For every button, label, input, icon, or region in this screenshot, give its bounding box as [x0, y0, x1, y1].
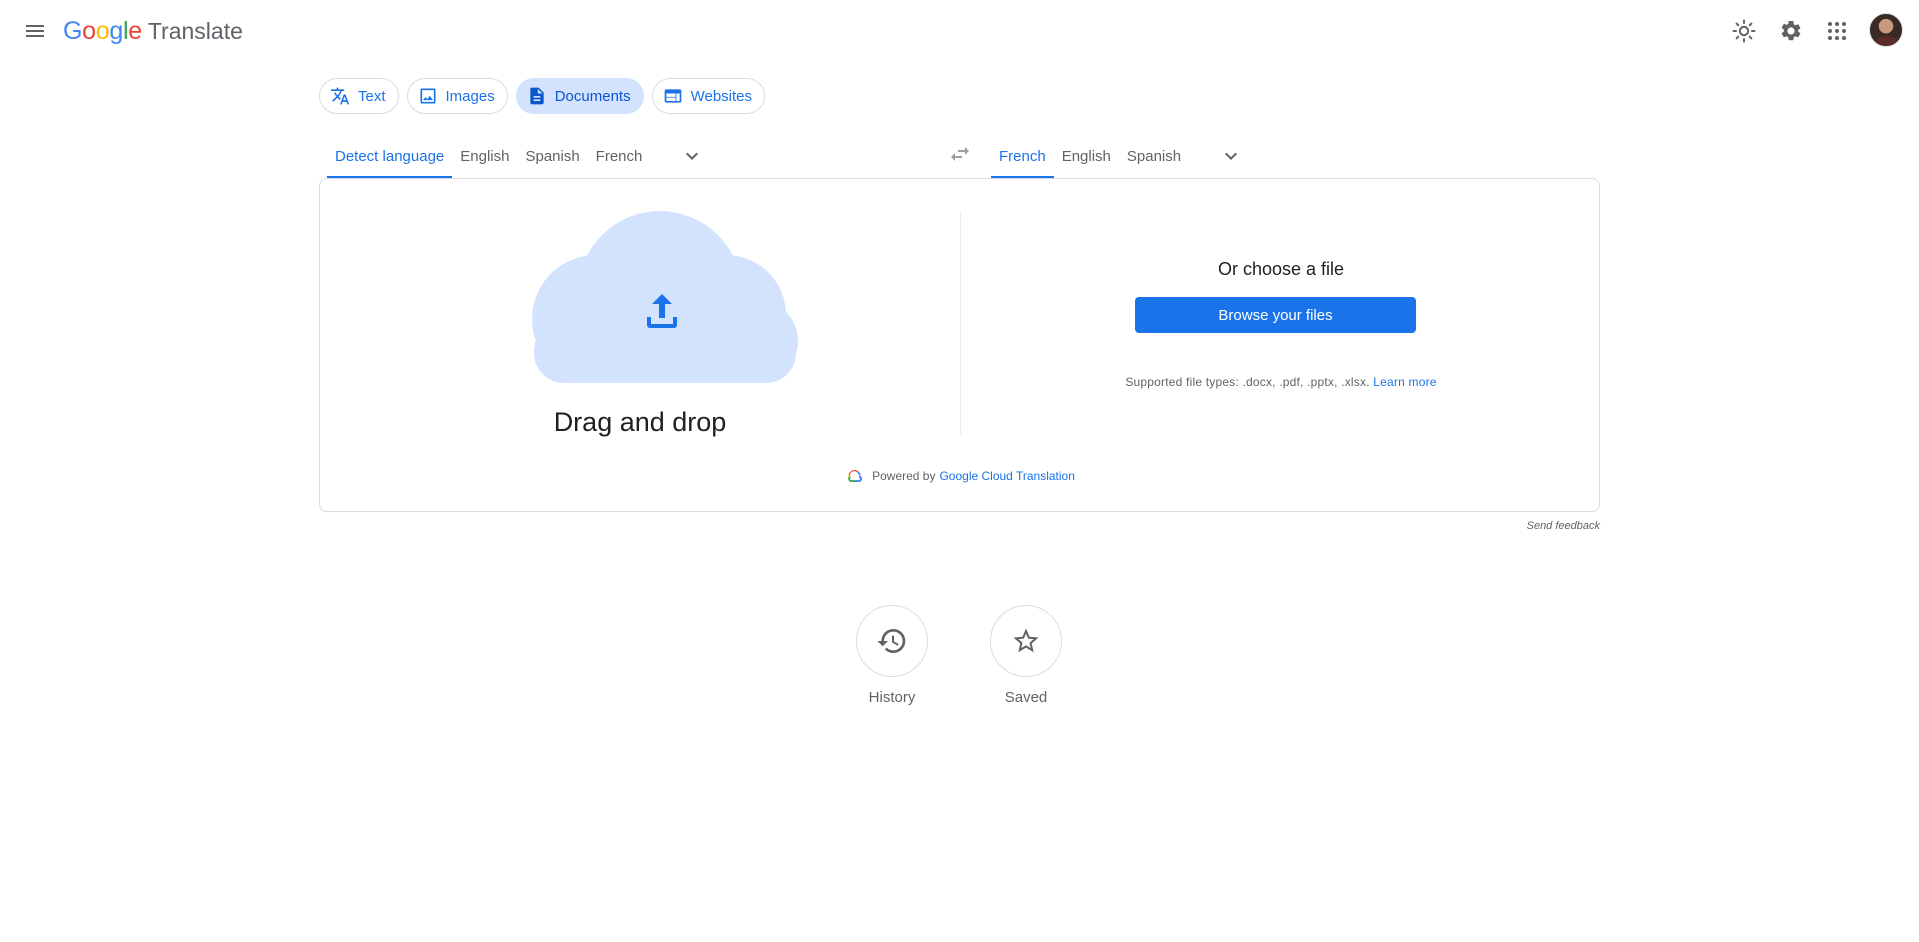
- google-apps-button[interactable]: [1817, 11, 1857, 51]
- main-menu-button[interactable]: [15, 11, 55, 51]
- saved-label: Saved: [1004, 689, 1048, 706]
- source-more-languages-button[interactable]: [672, 136, 712, 176]
- powered-by-footer: Powered by Google Cloud Translation: [320, 469, 1601, 483]
- google-cloud-translation-link[interactable]: Google Cloud Translation: [939, 469, 1074, 483]
- target-lang-english[interactable]: English: [1054, 134, 1119, 178]
- history-button[interactable]: [856, 605, 928, 677]
- powered-by-label: Powered by: [872, 469, 936, 483]
- google-translate-logo[interactable]: Google Translate: [63, 14, 243, 48]
- source-language-bar: Detect language English Spanish French: [327, 134, 712, 178]
- mode-chip-label: Text: [358, 87, 386, 105]
- history-icon: [877, 629, 906, 653]
- send-feedback-link[interactable]: Send feedback: [1450, 520, 1600, 532]
- document-upload-panel: Drag and drop Or choose a file Browse yo…: [319, 178, 1600, 512]
- target-lang-spanish[interactable]: Spanish: [1119, 134, 1189, 178]
- saved-button[interactable]: [990, 605, 1062, 677]
- google-cloud-icon: [847, 470, 863, 483]
- sun-icon: [1732, 19, 1756, 43]
- swap-languages-button[interactable]: [940, 134, 980, 174]
- target-more-languages-button[interactable]: [1211, 136, 1251, 176]
- history-block: History: [842, 605, 942, 706]
- mode-chip-images[interactable]: Images: [406, 78, 508, 114]
- account-avatar[interactable]: [1869, 13, 1903, 47]
- source-lang-english[interactable]: English: [452, 134, 517, 178]
- saved-block: Saved: [976, 605, 1076, 706]
- settings-button[interactable]: [1771, 11, 1811, 51]
- chevron-down-icon: [686, 152, 699, 160]
- swap-icon: [951, 147, 969, 161]
- mode-chip-label: Websites: [690, 87, 753, 105]
- drag-drop-zone[interactable]: Drag and drop: [320, 179, 960, 459]
- apps-grid-icon: [1828, 22, 1846, 40]
- source-lang-french[interactable]: French: [588, 134, 651, 178]
- supported-file-types-text: Supported file types: .docx, .pdf, .pptx…: [1125, 375, 1370, 389]
- choose-file-zone: Or choose a file Browse your files Suppo…: [961, 179, 1601, 459]
- theme-toggle-button[interactable]: [1724, 11, 1764, 51]
- web-icon: [663, 86, 683, 106]
- star-icon: [1013, 628, 1039, 653]
- browse-files-button[interactable]: Browse your files: [1135, 297, 1416, 333]
- choose-file-title: Or choose a file: [1217, 259, 1345, 279]
- mode-chip-group: Text Images Documents Websites: [319, 78, 766, 114]
- product-name: Translate: [147, 17, 243, 44]
- mode-chip-label: Documents: [554, 87, 631, 105]
- gear-icon: [1781, 20, 1801, 41]
- menu-icon: [26, 25, 44, 37]
- image-icon: [418, 86, 438, 106]
- document-icon: [527, 86, 547, 106]
- drag-and-drop-label: Drag and drop: [553, 407, 727, 437]
- mode-chip-documents[interactable]: Documents: [515, 78, 644, 114]
- learn-more-link[interactable]: Learn more: [1373, 375, 1436, 389]
- app-header: Google Translate: [0, 0, 1919, 62]
- history-label: History: [868, 689, 916, 706]
- upload-icon: [647, 294, 677, 328]
- supported-file-types: Supported file types: .docx, .pdf, .pptx…: [961, 375, 1601, 389]
- target-language-bar: French English Spanish: [991, 134, 1251, 178]
- google-wordmark: Google: [63, 16, 142, 45]
- chevron-down-icon: [1225, 152, 1238, 160]
- mode-chip-websites[interactable]: Websites: [651, 78, 766, 114]
- translate-icon: [330, 86, 350, 106]
- source-lang-spanish[interactable]: Spanish: [517, 134, 587, 178]
- target-lang-french[interactable]: French: [991, 134, 1054, 178]
- mode-chip-text[interactable]: Text: [319, 78, 399, 114]
- source-lang-detect[interactable]: Detect language: [327, 134, 453, 178]
- mode-chip-label: Images: [445, 87, 495, 105]
